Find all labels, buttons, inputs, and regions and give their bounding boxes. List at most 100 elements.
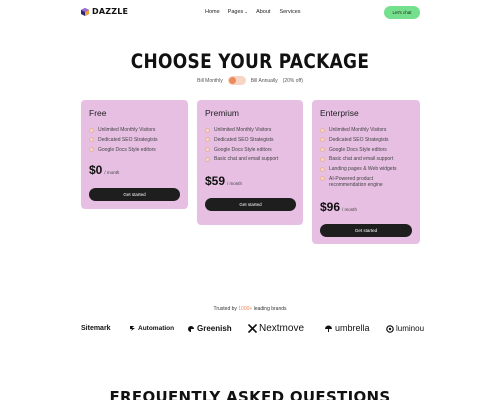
get-started-button[interactable]: Get started [205, 198, 296, 211]
price-period: / month [342, 207, 358, 212]
plan-card-enterprise: Enterprise Unlimited Monthly Visitors De… [312, 100, 420, 244]
faq-title: FREQUENTLY ASKED QUESTIONS [109, 388, 391, 400]
feature-text: Google Docs Style editors [214, 146, 272, 153]
bullet-icon [89, 147, 94, 153]
bullet-icon [205, 127, 210, 133]
bullet-icon [320, 137, 325, 143]
feature-text: Google Docs Style editors [98, 146, 156, 153]
brand-nextmove: Nextmove [248, 323, 304, 334]
brand-umbrella: umbrella [324, 323, 370, 333]
lets-chat-button[interactable]: Let's chat [384, 6, 420, 19]
feature-item: Unlimited Monthly Visitors [320, 127, 396, 133]
feature-text: Landing pages & Web widgets [329, 166, 397, 173]
feature-item: Basic chat and email support [320, 156, 396, 162]
feature-item: Basic chat and email support [205, 156, 278, 162]
greenish-icon [187, 325, 197, 333]
trusted-suffix: leading brands [253, 306, 287, 312]
feature-text: Unlimited Monthly Visitors [329, 127, 387, 133]
nav-links: Home Pages⌄ About Services [205, 9, 301, 15]
price: $96 [320, 200, 341, 214]
bullet-icon [205, 147, 210, 153]
plan-name: Enterprise [320, 108, 359, 118]
logo[interactable]: DAZZLE [81, 7, 128, 16]
feature-list: Unlimited Monthly Visitors Dedicated SEO… [320, 127, 396, 192]
umbrella-icon [324, 324, 335, 333]
bullet-icon [89, 127, 94, 133]
brand-label: Sitemark [81, 325, 111, 332]
luminou-icon [386, 324, 396, 333]
billing-monthly-label[interactable]: Bill Monthly [197, 78, 223, 84]
brand-label: Greenish [197, 324, 232, 333]
trusted-by-text: Trusted by 1000+ leading brands [0, 306, 500, 312]
feature-text: Google Docs Style editors [329, 146, 387, 153]
plan-card-premium: Premium Unlimited Monthly Visitors Dedic… [197, 100, 303, 225]
brand-label: umbrella [335, 323, 370, 333]
billing-annually-label[interactable]: Bill Annually [251, 78, 278, 84]
feature-item: Unlimited Monthly Visitors [205, 127, 278, 133]
plan-name: Free [89, 108, 107, 118]
price-row: $96 / month [320, 200, 357, 214]
feature-item: Dedicated SEO Strategists [89, 137, 157, 143]
feature-text: Unlimited Monthly Visitors [214, 127, 272, 133]
feature-item: Unlimited Monthly Visitors [89, 127, 157, 133]
brand-automation: Automation [129, 325, 174, 332]
price-period: / month [227, 181, 243, 186]
bullet-icon [320, 156, 325, 162]
billing-switch-row: Bill Monthly Bill Annually (20% off) [0, 76, 500, 85]
plan-card-free: Free Unlimited Monthly Visitors Dedicate… [81, 100, 188, 209]
feature-item: Google Docs Style editors [205, 147, 278, 153]
feature-item-continued: recommendation engine [320, 182, 396, 188]
feature-item: Google Docs Style editors [89, 147, 157, 153]
pricing-title: CHOOSE YOUR PACKAGE [130, 50, 370, 74]
bullet-icon [89, 137, 94, 143]
feature-item: Google Docs Style editors [320, 147, 396, 153]
feature-text: Dedicated SEO Strategists [98, 136, 158, 143]
logo-icon [81, 7, 89, 16]
bullet-icon [205, 156, 210, 162]
trusted-count: 1000+ [238, 306, 253, 312]
price: $0 [89, 163, 103, 177]
feature-text: Unlimited Monthly Visitors [98, 127, 156, 133]
feature-text: recommendation engine [329, 181, 383, 188]
feature-text: Dedicated SEO Strategists [329, 136, 389, 143]
bullet-icon [320, 166, 325, 172]
feature-text: Basic chat and email support [214, 156, 279, 163]
nav-link-home[interactable]: Home [205, 9, 220, 15]
brand-label: Nextmove [259, 323, 305, 334]
price-row: $59 / month [205, 174, 242, 188]
bullet-icon [320, 127, 325, 133]
feature-item: Dedicated SEO Strategists [320, 137, 396, 143]
top-nav: DAZZLE Home Pages⌄ About Services Let's … [0, 0, 500, 26]
feature-item: Dedicated SEO Strategists [205, 137, 278, 143]
feature-list: Unlimited Monthly Visitors Dedicated SEO… [205, 127, 278, 166]
get-started-button[interactable]: Get started [320, 224, 412, 237]
price: $59 [205, 174, 226, 188]
nav-link-services[interactable]: Services [279, 9, 300, 15]
logo-text: DAZZLE [92, 7, 129, 16]
bullet-icon [320, 176, 325, 182]
nav-link-pages-label: Pages [227, 9, 244, 15]
get-started-button[interactable]: Get started [89, 188, 180, 201]
nav-link-pages[interactable]: Pages⌄ [228, 9, 248, 15]
feature-text: Basic chat and email support [329, 156, 394, 163]
brand-label: Automation [138, 325, 175, 332]
brand-luminou: luminou [386, 324, 424, 333]
brand-sitemark: Sitemark [81, 325, 111, 332]
nextmove-icon [248, 324, 259, 333]
nav-link-about[interactable]: About [256, 9, 270, 15]
billing-toggle[interactable] [227, 76, 246, 85]
feature-text: Dedicated SEO Strategists [214, 136, 274, 143]
bullet-icon [320, 147, 325, 153]
toggle-knob [228, 77, 236, 84]
trusted-prefix: Trusted by [213, 306, 237, 312]
price-row: $0 / month [89, 163, 119, 177]
brand-logos: Sitemark Automation Greenish Nextmove um… [0, 323, 500, 337]
brand-greenish: Greenish [187, 324, 232, 333]
bullet-icon [205, 137, 210, 143]
feature-item: Landing pages & Web widgets [320, 166, 396, 172]
automation-icon [129, 325, 138, 332]
plan-name: Premium [205, 108, 240, 118]
feature-list: Unlimited Monthly Visitors Dedicated SEO… [89, 127, 157, 156]
billing-discount-label: (20% off) [282, 77, 303, 84]
chevron-down-icon: ⌄ [244, 9, 249, 14]
